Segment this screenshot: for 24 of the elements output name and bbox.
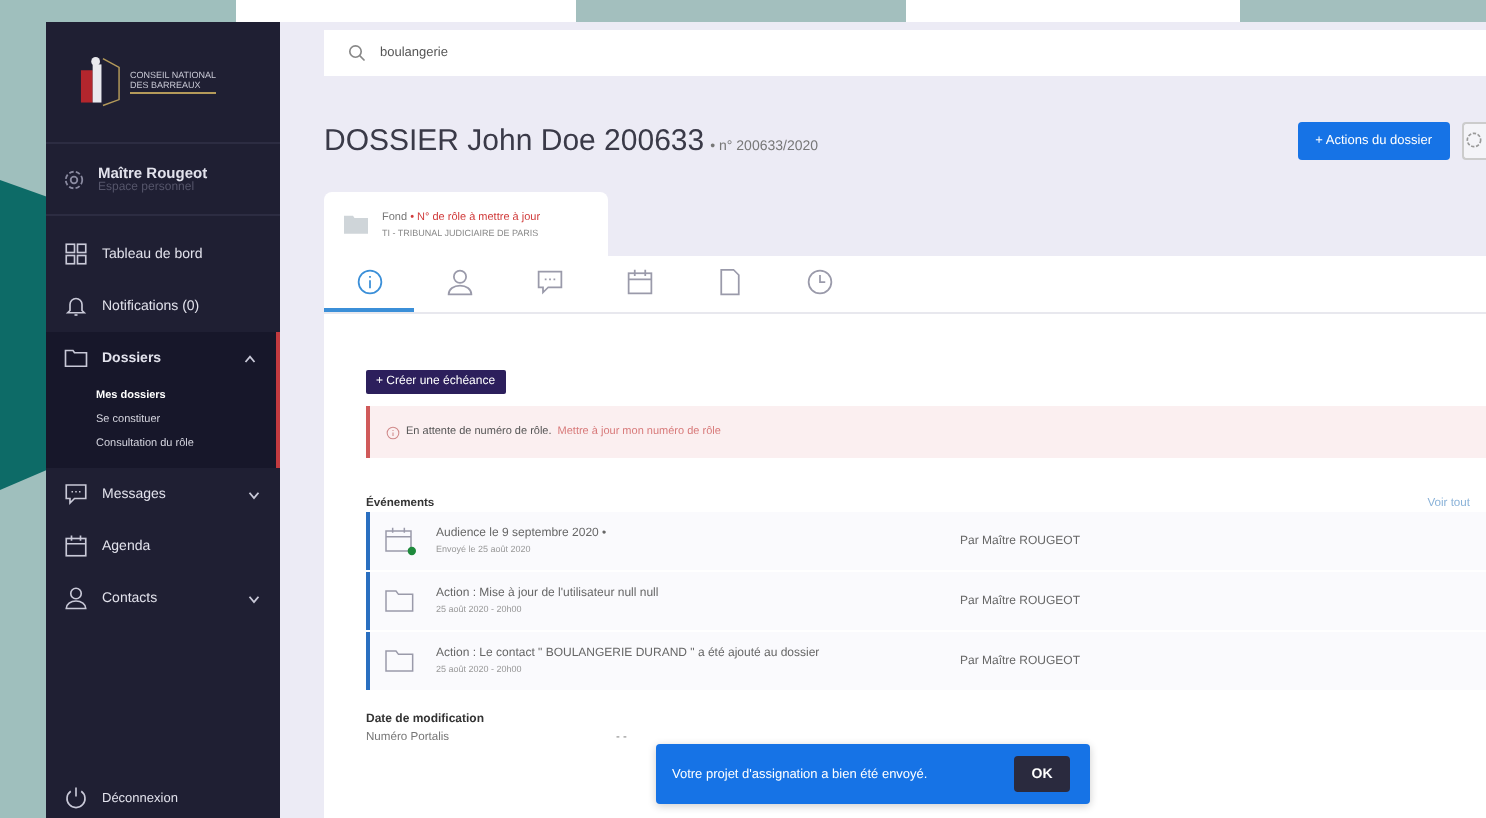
- settings-button[interactable]: [1462, 121, 1486, 159]
- chat-icon: [64, 482, 88, 506]
- search-icon: [348, 44, 366, 62]
- gear-icon: [1464, 130, 1484, 150]
- logo-icon: [78, 52, 122, 112]
- chat-icon: [535, 268, 563, 296]
- folder-icon: [64, 346, 88, 370]
- power-icon: [64, 786, 88, 810]
- calendar-icon: [384, 526, 418, 556]
- gear-icon: [62, 167, 86, 191]
- file-icon: [715, 268, 743, 296]
- info-icon: [386, 425, 400, 439]
- clock-icon: [805, 268, 833, 296]
- user-icon: [445, 268, 473, 296]
- folder-icon: [384, 586, 418, 616]
- user-icon: [64, 586, 88, 610]
- folder-icon: [344, 214, 368, 234]
- bell-icon: [64, 294, 88, 318]
- folder-icon: [384, 646, 418, 676]
- calendar-icon: [64, 534, 88, 558]
- info-icon: [355, 268, 383, 296]
- page-title: DOSSIER John Doe 200633: [324, 123, 705, 157]
- calendar-icon: [625, 268, 653, 296]
- grid-icon: [64, 242, 88, 266]
